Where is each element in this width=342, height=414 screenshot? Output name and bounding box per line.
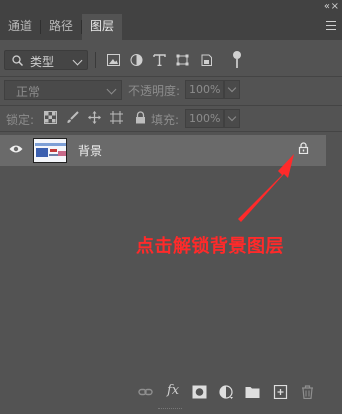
adjustment-filter-icon[interactable] <box>130 54 143 66</box>
layer-lock-icon[interactable] <box>298 142 309 154</box>
chevron-down-icon <box>72 55 83 66</box>
add-mask-icon[interactable] <box>192 385 207 399</box>
adjustment-layer-icon[interactable] <box>219 385 234 399</box>
divider <box>0 76 342 77</box>
divider <box>0 131 342 132</box>
layer-name[interactable]: 背景 <box>78 142 102 159</box>
lock-all-icon[interactable] <box>134 111 147 124</box>
delete-layer-icon[interactable] <box>300 385 315 399</box>
lock-image-pixels-icon[interactable] <box>66 111 79 124</box>
panel-resize-grip[interactable] <box>158 408 182 412</box>
fill-input[interactable]: 100% <box>185 109 224 128</box>
blend-mode-select[interactable]: 正常 <box>4 80 122 100</box>
tab-paths[interactable]: 路径 <box>41 14 81 40</box>
link-layers-icon[interactable] <box>138 385 153 399</box>
divider <box>0 105 342 106</box>
panel-title-bar: « × <box>0 0 342 14</box>
chevron-down-icon <box>227 112 237 122</box>
new-group-icon[interactable] <box>245 385 260 399</box>
collapse-panel-button[interactable]: « <box>324 0 330 13</box>
layers-scrollbar[interactable] <box>326 135 342 375</box>
opacity-label: 不透明度: <box>128 84 181 98</box>
type-filter-icon[interactable] <box>153 54 166 66</box>
blend-mode-value: 正常 <box>16 85 41 99</box>
tab-channels[interactable]: 通道 <box>0 14 40 40</box>
fill-label: 填充: <box>151 113 180 127</box>
tab-layers[interactable]: 图层 <box>82 14 122 40</box>
thumbnail-image <box>34 139 66 162</box>
filter-kind-label: 类型 <box>30 55 55 69</box>
close-panel-button[interactable]: × <box>331 0 339 13</box>
image-filter-icon[interactable] <box>107 54 120 66</box>
lock-transparent-pixels-icon[interactable] <box>44 111 57 124</box>
annotation-text: 点击解锁背景图层 <box>136 236 284 257</box>
visibility-eye-icon[interactable] <box>9 144 23 154</box>
layer-filter-select[interactable]: 类型 <box>4 50 88 70</box>
fill-dropdown-button[interactable] <box>224 109 240 128</box>
lock-label: 锁定: <box>6 113 35 127</box>
filter-toggle-switch <box>236 59 238 68</box>
smart-object-filter-icon[interactable] <box>200 54 213 66</box>
divider <box>95 52 96 68</box>
opacity-input[interactable]: 100% <box>185 80 224 99</box>
chevron-down-icon <box>106 84 117 95</box>
layer-thumbnail[interactable] <box>33 138 67 163</box>
new-layer-icon[interactable] <box>273 385 288 399</box>
panel-menu-icon[interactable] <box>326 21 336 30</box>
chevron-down-icon <box>227 83 237 93</box>
lock-artboard-icon[interactable] <box>110 111 123 124</box>
panel-tabs: 通道 路径 图层 <box>0 14 342 40</box>
search-icon <box>12 55 23 66</box>
lock-position-icon[interactable] <box>88 111 101 124</box>
shape-filter-icon[interactable] <box>176 54 189 66</box>
filter-toggle-icon[interactable] <box>233 51 241 59</box>
opacity-dropdown-button[interactable] <box>224 80 240 99</box>
layer-style-icon[interactable]: fx <box>167 383 179 398</box>
